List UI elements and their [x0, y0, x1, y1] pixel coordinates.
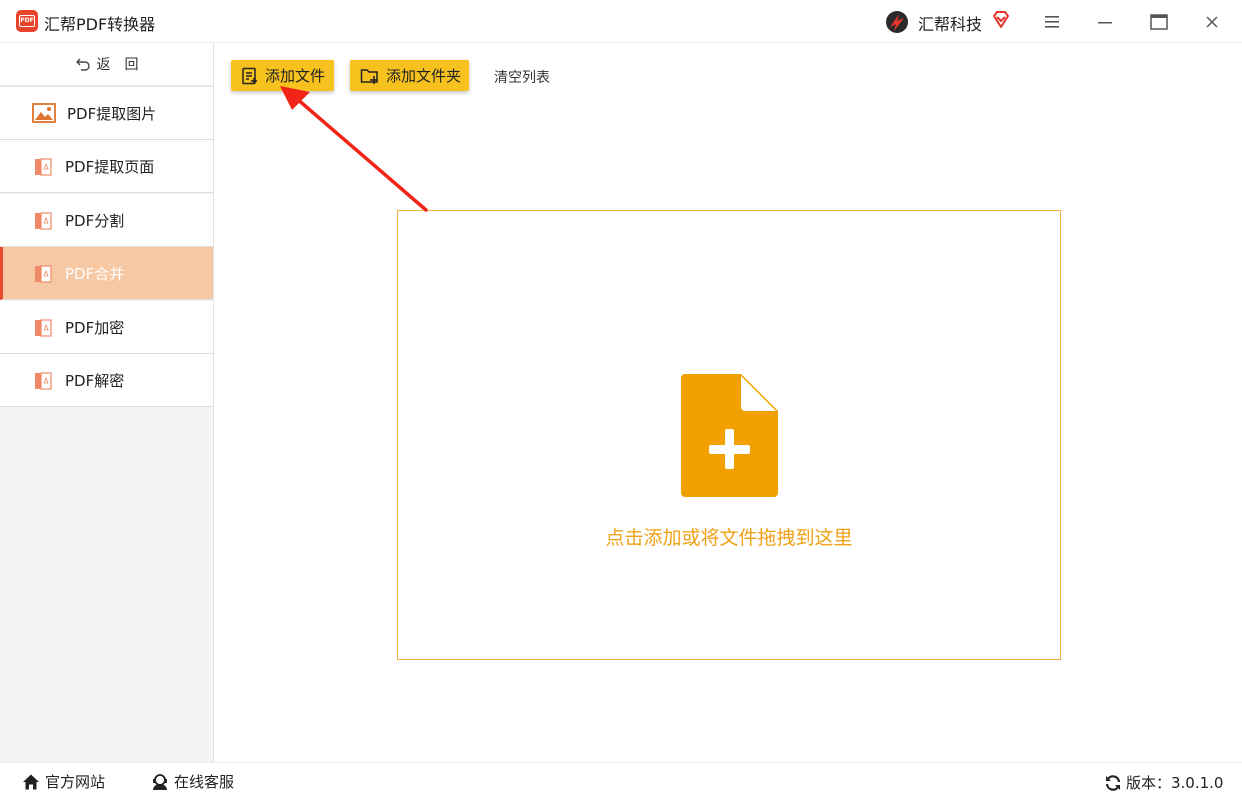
online-support-label: 在线客服 — [174, 773, 235, 791]
sidebar-item-label: PDF分割 — [65, 212, 125, 230]
close-icon — [1206, 16, 1218, 28]
pdf-file-icon — [35, 319, 52, 337]
brand-logo-icon — [886, 11, 908, 33]
back-arrow-icon — [75, 58, 90, 71]
sidebar-item-label: PDF解密 — [65, 372, 125, 390]
status-bar: 官方网站 在线客服 版本：3.0.1.0 — [0, 762, 1242, 798]
add-file-label: 添加文件 — [265, 67, 326, 85]
add-folder-icon — [360, 68, 378, 84]
maximize-button[interactable] — [1145, 8, 1173, 36]
maximize-icon — [1150, 14, 1168, 30]
annotation-arrow-icon — [280, 86, 428, 212]
sidebar-item-pdf-encrypt[interactable]: PDF加密 — [0, 301, 213, 354]
sidebar-item-pdf-split[interactable]: PDF分割 — [0, 194, 213, 247]
sidebar-item-label: PDF提取图片 — [67, 105, 157, 123]
drop-zone-hint: 点击添加或将文件拖拽到这里 — [605, 527, 853, 549]
title-bar: PDF 汇帮PDF转换器 汇帮科技 — [0, 0, 1242, 43]
file-drop-zone[interactable]: 点击添加或将文件拖拽到这里 — [397, 210, 1061, 660]
vip-diamond-icon[interactable] — [991, 10, 1011, 30]
home-icon — [23, 774, 39, 789]
refresh-icon — [1105, 774, 1121, 791]
app-title: 汇帮PDF转换器 — [44, 15, 156, 34]
version-label: 版本：3.0.1.0 — [1126, 774, 1224, 792]
menu-button[interactable] — [1038, 8, 1066, 36]
sidebar-item-label: PDF合并 — [65, 265, 125, 283]
pdf-file-icon — [35, 372, 52, 390]
add-folder-label: 添加文件夹 — [386, 67, 462, 85]
sidebar-item-label: PDF加密 — [65, 319, 125, 337]
app-logo-icon: PDF — [16, 10, 38, 32]
online-support-link[interactable]: 在线客服 — [151, 771, 234, 792]
back-label: 返回 — [96, 57, 153, 73]
pdf-file-icon — [35, 158, 52, 176]
version-info: 版本：3.0.1.0 — [1104, 772, 1223, 793]
sidebar: 返回 PDF提取图片 PDF提取页面 PDF分割 PDF合并 PDF加密 PDF… — [0, 43, 214, 762]
hamburger-icon — [1045, 16, 1059, 28]
sidebar-item-pdf-merge[interactable]: PDF合并 — [0, 247, 213, 300]
clear-list-button[interactable]: 清空列表 — [494, 67, 550, 87]
sidebar-item-pdf-decrypt[interactable]: PDF解密 — [0, 354, 213, 407]
back-button[interactable]: 返回 — [0, 43, 213, 87]
close-button[interactable] — [1198, 8, 1226, 36]
official-website-label: 官方网站 — [45, 773, 106, 791]
official-website-link[interactable]: 官方网站 — [22, 771, 105, 792]
add-file-icon — [242, 67, 257, 84]
pdf-file-icon — [35, 265, 52, 283]
sidebar-item-pdf-extract-pages[interactable]: PDF提取页面 — [0, 140, 213, 193]
add-file-button[interactable]: 添加文件 — [231, 60, 334, 91]
sidebar-item-pdf-extract-images[interactable]: PDF提取图片 — [0, 87, 213, 140]
customer-service-icon — [153, 773, 167, 790]
minimize-icon — [1098, 22, 1112, 24]
add-document-icon — [681, 374, 778, 497]
pdf-file-icon — [35, 212, 52, 230]
image-icon — [32, 103, 56, 123]
minimize-button[interactable] — [1091, 8, 1119, 36]
sidebar-item-label: PDF提取页面 — [65, 158, 155, 176]
brand-name: 汇帮科技 — [918, 15, 983, 34]
add-folder-button[interactable]: 添加文件夹 — [350, 60, 469, 91]
